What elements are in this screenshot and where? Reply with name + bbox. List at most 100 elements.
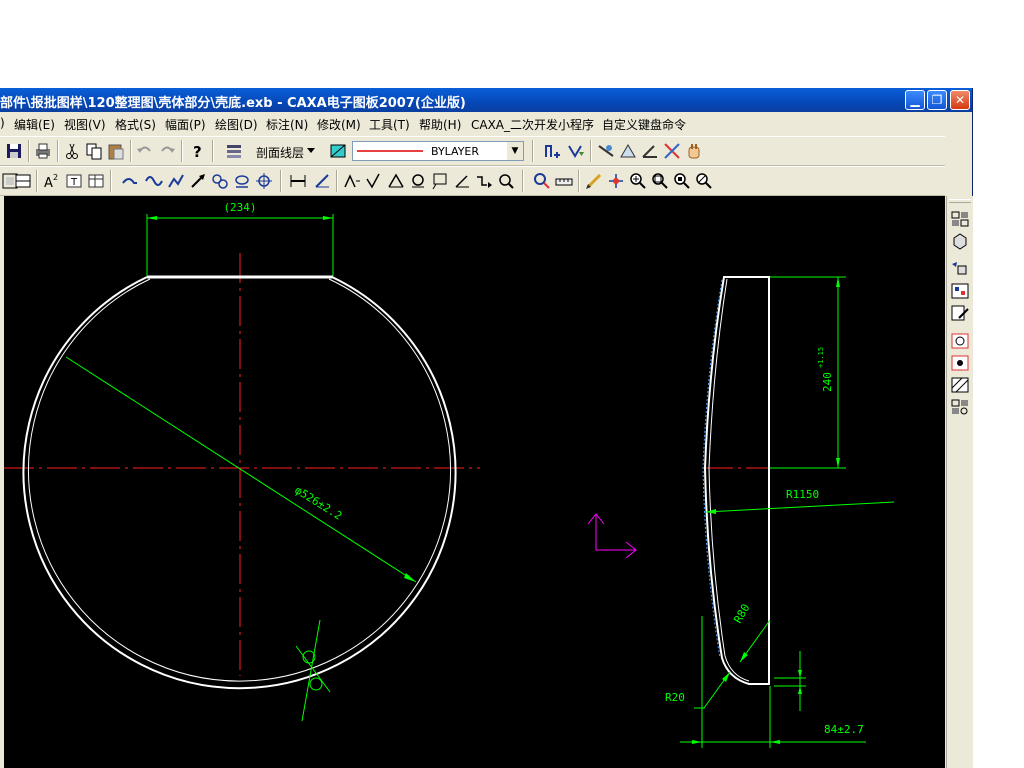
dim-r1150-text: R1150: [786, 488, 819, 501]
leader-icon[interactable]: [452, 171, 472, 191]
dim-diameter-text: φ526±2.2: [292, 484, 344, 523]
layer-icon[interactable]: [224, 141, 244, 161]
zoom-all-icon[interactable]: [672, 171, 692, 191]
menu-draw[interactable]: 绘图(D): [215, 116, 258, 133]
polyline-icon[interactable]: [166, 171, 186, 191]
zoom-dynamic-icon[interactable]: [694, 171, 714, 191]
cut-icon[interactable]: [62, 141, 82, 161]
menu-view[interactable]: 视图(V): [64, 116, 106, 133]
window-title: 部件\报批图样\120整理图\壳体部分\壳底.exb - CAXA电子图板200…: [0, 96, 466, 111]
part-library-icon[interactable]: [950, 354, 970, 372]
linetype-select[interactable]: BYLAYER ▼: [352, 141, 524, 161]
print-icon[interactable]: [33, 141, 53, 161]
spline-icon[interactable]: [144, 171, 164, 191]
menu-custom-keys[interactable]: 自定义键盘命令: [602, 116, 686, 133]
arrow-line-icon[interactable]: [188, 171, 208, 191]
title-block-icon[interactable]: [13, 171, 33, 191]
hatch-icon[interactable]: [950, 376, 970, 394]
ruler-icon[interactable]: [554, 171, 574, 191]
dim-240-arrow-top: [836, 277, 840, 287]
ellipse-tool-icon[interactable]: [232, 171, 252, 191]
menu-tools[interactable]: 工具(T): [369, 116, 410, 133]
thickness-arrow-top: [798, 670, 802, 678]
angle-query-icon[interactable]: [640, 141, 660, 161]
linetype-chevron-down-icon[interactable]: ▼: [507, 142, 523, 160]
block-insert-icon[interactable]: [950, 232, 970, 250]
text-icon[interactable]: T: [64, 171, 84, 191]
menu-sheet[interactable]: 幅面(P): [165, 116, 206, 133]
weld-symbol-icon[interactable]: [386, 171, 406, 191]
minimize-button[interactable]: ▁: [905, 90, 925, 110]
label-box-icon[interactable]: [430, 171, 450, 191]
svg-text:?: ?: [193, 143, 202, 161]
layer-dropdown-chevron-icon[interactable]: [306, 145, 316, 155]
query-icon[interactable]: [532, 171, 552, 191]
menu-annotate[interactable]: 标注(N): [266, 116, 308, 133]
dim-240-text: 240: [821, 372, 834, 392]
save-icon[interactable]: [4, 141, 24, 161]
view-zoom-icon[interactable]: [496, 171, 516, 191]
snap-settings-icon[interactable]: [566, 141, 586, 161]
dim-234-arrow-left: [147, 216, 157, 220]
menu-caxa-dev[interactable]: CAXA_二次开发小程序: [471, 116, 594, 133]
superscript-text-icon[interactable]: A2: [42, 171, 62, 191]
chamfer-dimension-icon[interactable]: [474, 171, 494, 191]
standard-toolbar: ? 剖面线层 BYLAYER ▼: [0, 136, 945, 166]
table-icon[interactable]: [86, 171, 106, 191]
color-icon[interactable]: [328, 141, 348, 161]
snap-icon[interactable]: [542, 141, 562, 161]
block-explode-icon[interactable]: [950, 260, 970, 278]
arc-line-icon[interactable]: [120, 171, 140, 191]
close-button[interactable]: ✕: [950, 90, 970, 110]
menu-format[interactable]: 格式(S): [115, 116, 156, 133]
thickness-arrow-bottom: [798, 686, 802, 694]
drawing-canvas[interactable]: (234) φ526±2.2 240 +1.15 R1150 R80 R20 8…: [4, 196, 945, 768]
pencil-icon[interactable]: [584, 171, 604, 191]
center-line-icon[interactable]: [254, 171, 274, 191]
pan-hand-icon[interactable]: [684, 141, 704, 161]
element-query-icon[interactable]: [662, 141, 682, 161]
dim-r1150-leader: [705, 501, 895, 513]
caxa-window: 部件\报批图样\120整理图\壳体部分\壳底.exb - CAXA电子图板200…: [0, 88, 973, 768]
title-bar[interactable]: 部件\报批图样\120整理图\壳体部分\壳底.exb - CAXA电子图板200…: [0, 88, 972, 112]
menu-modify[interactable]: 修改(M): [317, 116, 361, 133]
circles-icon[interactable]: [210, 171, 230, 191]
right-toolbar-grip[interactable]: [949, 199, 971, 203]
block-edit-icon[interactable]: [950, 282, 970, 300]
library-icon[interactable]: [950, 332, 970, 350]
block-create-icon[interactable]: [950, 210, 970, 228]
copy-icon[interactable]: [84, 141, 104, 161]
distance-query-icon[interactable]: [596, 141, 616, 161]
attribute-icon[interactable]: [950, 304, 970, 322]
menu-help[interactable]: 帮助(H): [419, 116, 461, 133]
coordinate-dimension-icon[interactable]: [312, 171, 332, 191]
dim-diameter-line: [65, 356, 417, 583]
menu-edit[interactable]: 编辑(E): [14, 116, 55, 133]
zoom-in-icon[interactable]: [628, 171, 648, 191]
dim-84-text: 84±2.7: [824, 723, 864, 736]
drawing-toolbar: A2 T: [0, 166, 945, 196]
dim-r20-arrow: [722, 672, 730, 682]
drawing-svg[interactable]: (234) φ526±2.2 240 +1.15 R1150 R80 R20 8…: [4, 196, 945, 768]
dim-diameter-arrow: [404, 573, 416, 582]
linetype-value: BYLAYER: [431, 145, 480, 158]
hole-circle-2: [309, 677, 323, 691]
pan-icon[interactable]: [606, 171, 626, 191]
roughness-icon[interactable]: [364, 171, 384, 191]
form-tolerance-icon[interactable]: [408, 171, 428, 191]
redo-icon[interactable]: [157, 141, 177, 161]
current-layer-name[interactable]: 剖面线层: [256, 144, 304, 161]
dim-r80-text: R80: [731, 602, 752, 626]
area-query-icon[interactable]: [618, 141, 638, 161]
dim-234-text: (234): [223, 201, 256, 214]
menu-file-fragment[interactable]: ): [0, 116, 5, 130]
linear-dimension-icon[interactable]: [288, 171, 308, 191]
zoom-window-icon[interactable]: [650, 171, 670, 191]
paste-icon[interactable]: [106, 141, 126, 161]
undo-icon[interactable]: [135, 141, 155, 161]
datum-icon[interactable]: [342, 171, 362, 191]
menu-bar: ) 编辑(E) 视图(V) 格式(S) 幅面(P) 绘图(D) 标注(N) 修改…: [0, 112, 972, 134]
help-cursor-icon[interactable]: ?: [187, 141, 207, 161]
properties-icon[interactable]: [950, 398, 970, 416]
restore-button[interactable]: ❐: [927, 90, 947, 110]
